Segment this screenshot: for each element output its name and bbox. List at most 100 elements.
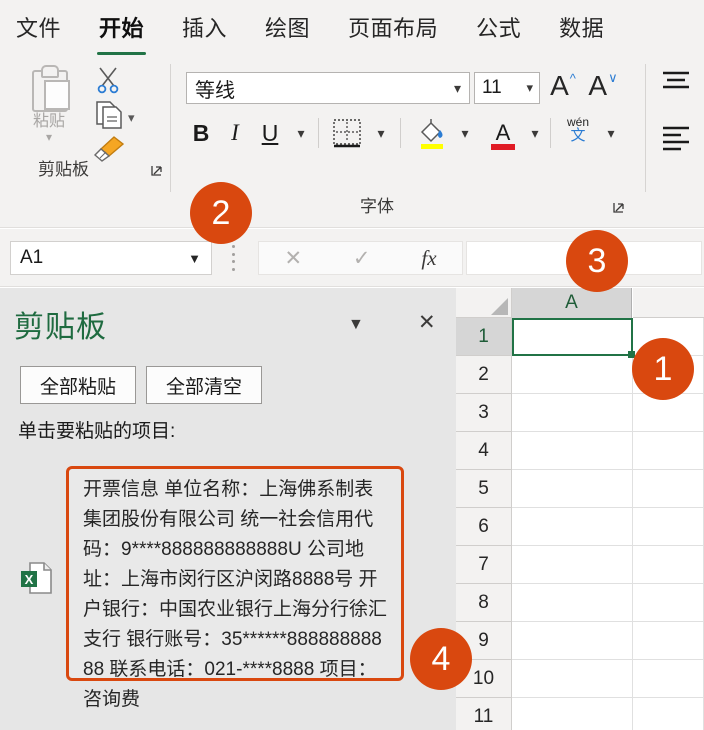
cell-a11[interactable]	[512, 698, 633, 730]
cell-a5[interactable]	[512, 470, 633, 508]
row-header-11[interactable]: 11	[456, 698, 512, 730]
underline-button[interactable]: U	[256, 114, 284, 152]
paste-all-button[interactable]: 全部粘贴	[20, 366, 136, 404]
row-header-4[interactable]: 4	[456, 432, 512, 470]
tab-file[interactable]: 文件	[14, 7, 63, 49]
phonetic-guide-button[interactable]: wén 文	[558, 116, 598, 154]
font-dialog-launcher[interactable]	[608, 197, 630, 219]
row-header-6[interactable]: 6	[456, 508, 512, 546]
fill-color-icon	[420, 119, 443, 143]
divider	[550, 118, 551, 148]
font-color-swatch	[491, 144, 515, 150]
font-group-label: 字体	[360, 197, 394, 216]
cell-a8[interactable]	[512, 584, 633, 622]
dialog-launcher-icon	[151, 166, 162, 176]
clear-all-button[interactable]: 全部清空	[146, 366, 262, 404]
row-header-7[interactable]: 7	[456, 546, 512, 584]
formula-action-buttons: ✕ ✓ fx	[258, 241, 463, 275]
cell-b10[interactable]	[633, 660, 704, 698]
cell-a2[interactable]	[512, 356, 633, 394]
clipboard-item-text: 开票信息 单位名称：上海佛系制表集团股份有限公司 统一社会信用代码：9****8…	[83, 479, 388, 710]
row-header-8[interactable]: 8	[456, 584, 512, 622]
enter-icon[interactable]: ✓	[353, 246, 371, 271]
cell-b4[interactable]	[633, 432, 704, 470]
align-top-button[interactable]	[660, 68, 692, 94]
divider	[400, 118, 401, 148]
column-header-next[interactable]	[633, 288, 704, 318]
tab-home[interactable]: 开始	[97, 7, 147, 55]
insert-function-icon[interactable]: fx	[421, 246, 436, 271]
clipboard-pane-title: 剪贴板	[14, 311, 107, 344]
select-all-corner[interactable]	[456, 288, 512, 318]
selected-cell-a1[interactable]	[512, 318, 635, 358]
cell-b9[interactable]	[633, 622, 704, 660]
align-top-icon	[663, 71, 689, 89]
clipboard-dialog-launcher[interactable]	[146, 160, 168, 182]
paste-button-label: 粘贴	[32, 113, 65, 130]
chevron-down-icon[interactable]: ▾	[454, 80, 469, 97]
close-icon[interactable]: ✕	[418, 310, 436, 335]
borders-button[interactable]	[330, 116, 364, 150]
font-color-chevron-down-icon[interactable]: ▾	[524, 114, 546, 152]
cell-a3[interactable]	[512, 394, 633, 432]
row-header-1[interactable]: 1	[456, 318, 512, 356]
tab-formulas[interactable]: 公式	[474, 7, 523, 49]
copy-button[interactable]: ▾	[84, 98, 164, 134]
cell-b3[interactable]	[633, 394, 704, 432]
excel-window: 文件 开始 插入 绘图 页面布局 公式 数据 粘贴 ▾ ▾ 剪贴板 等线 ▾ 1…	[0, 0, 704, 730]
align-left-button[interactable]	[660, 125, 692, 151]
group-separator	[170, 64, 171, 192]
column-header-a[interactable]: A	[512, 288, 632, 318]
borders-icon	[333, 119, 361, 148]
fill-color-swatch	[421, 144, 443, 149]
tab-draw[interactable]: 绘图	[263, 7, 312, 49]
chevron-down-icon[interactable]: ▾	[18, 131, 80, 143]
cell-b6[interactable]	[633, 508, 704, 546]
font-name-value: 等线	[195, 79, 235, 102]
name-box[interactable]: A1 ▼	[10, 241, 212, 275]
font-color-icon: A	[496, 120, 511, 145]
underline-chevron-down-icon[interactable]: ▾	[290, 114, 312, 152]
ribbon-body: 粘贴 ▾ ▾ 剪贴板 等线 ▾ 11 ▾ A ^ A ∨ B I U ▾ ▾ ▾…	[0, 56, 704, 285]
chevron-down-icon[interactable]: ▼	[188, 251, 211, 266]
cell-a7[interactable]	[512, 546, 633, 584]
increase-font-size-button[interactable]: A ^	[546, 68, 580, 104]
cut-button[interactable]	[84, 62, 164, 98]
row-header-5[interactable]: 5	[456, 470, 512, 508]
cell-b8[interactable]	[633, 584, 704, 622]
cell-b7[interactable]	[633, 546, 704, 584]
cell-a10[interactable]	[512, 660, 633, 698]
font-color-button[interactable]: A	[486, 116, 520, 152]
paste-button[interactable]: 粘贴 ▾	[18, 64, 80, 143]
ribbon-tab-bar: 文件 开始 插入 绘图 页面布局 公式 数据	[0, 0, 704, 56]
fill-color-button[interactable]	[414, 116, 450, 152]
svg-text:X: X	[25, 572, 34, 587]
align-left-icon	[663, 126, 689, 151]
italic-button[interactable]: I	[222, 114, 248, 152]
row-header-3[interactable]: 3	[456, 394, 512, 432]
cell-a9[interactable]	[512, 622, 633, 660]
drag-handle[interactable]	[230, 245, 236, 271]
chevron-down-icon[interactable]: ▼	[348, 316, 364, 334]
clipboard-pane-hint: 单击要粘贴的项目:	[18, 421, 176, 442]
decrease-font-size-button[interactable]: A ∨	[586, 68, 620, 104]
cell-b11[interactable]	[633, 698, 704, 730]
tab-insert[interactable]: 插入	[180, 7, 229, 49]
font-name-input[interactable]: 等线 ▾	[186, 72, 470, 104]
phonetic-guide-chevron-down-icon[interactable]: ▾	[600, 114, 622, 152]
tab-page-layout[interactable]: 页面布局	[346, 7, 440, 49]
tab-data[interactable]: 数据	[557, 7, 606, 49]
cell-b5[interactable]	[633, 470, 704, 508]
cell-a4[interactable]	[512, 432, 633, 470]
cancel-icon[interactable]: ✕	[284, 246, 302, 271]
chevron-down-icon[interactable]: ▾	[128, 110, 135, 126]
bold-button[interactable]: B	[186, 114, 216, 152]
chevron-down-icon[interactable]: ▾	[526, 80, 539, 96]
row-header-2[interactable]: 2	[456, 356, 512, 394]
borders-chevron-down-icon[interactable]: ▾	[370, 114, 392, 152]
fill-color-chevron-down-icon[interactable]: ▾	[454, 114, 476, 152]
cell-a6[interactable]	[512, 508, 633, 546]
clipboard-item[interactable]: 开票信息 单位名称：上海佛系制表集团股份有限公司 统一社会信用代码：9****8…	[66, 466, 404, 710]
font-size-input[interactable]: 11 ▾	[474, 72, 540, 104]
alignment-group	[660, 68, 704, 182]
